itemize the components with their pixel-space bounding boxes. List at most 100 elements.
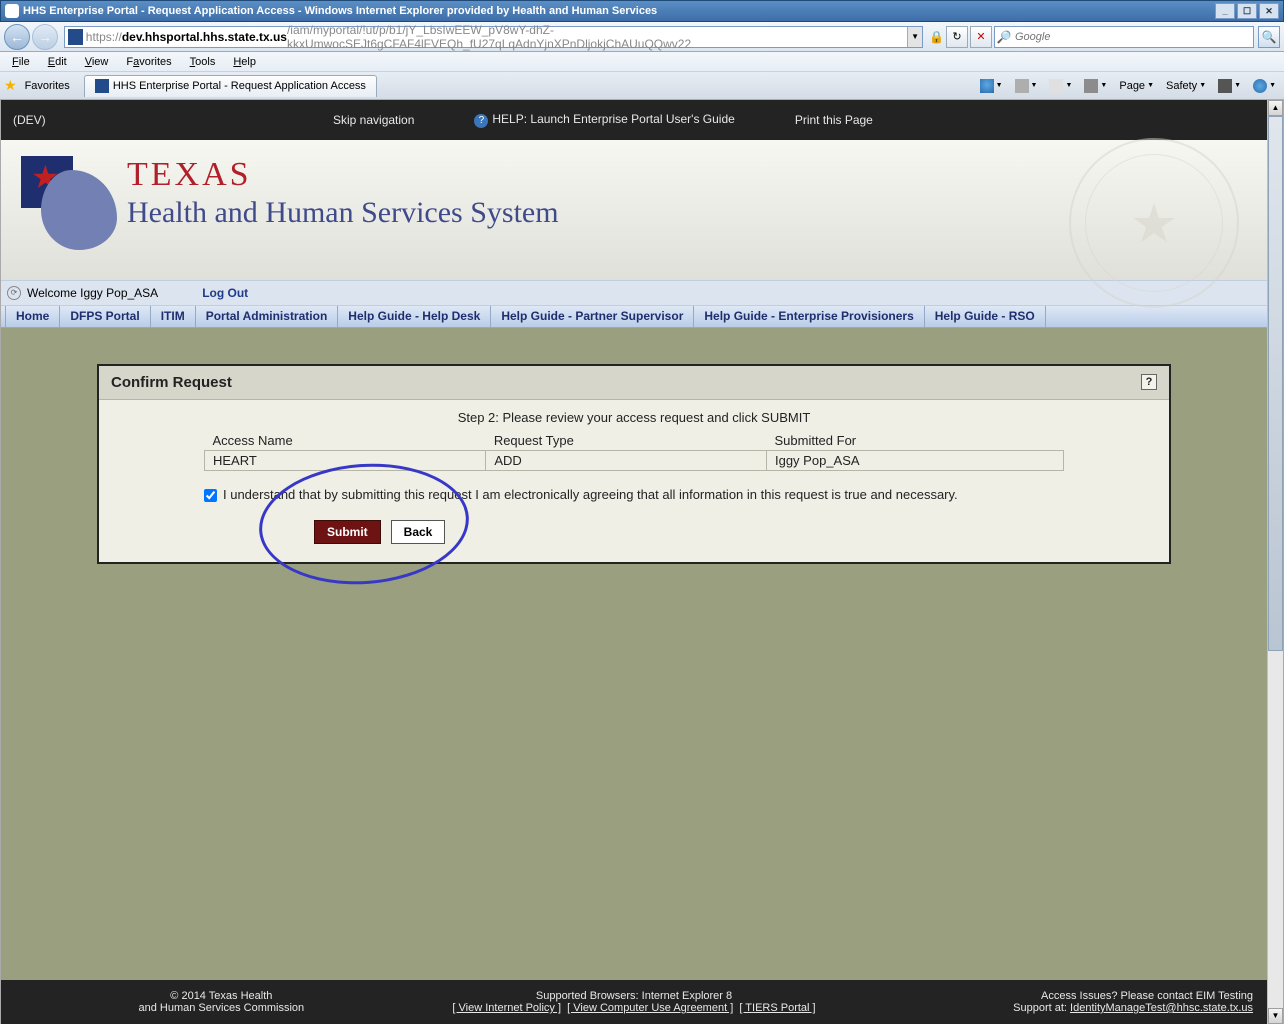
tab-favicon — [95, 79, 109, 93]
agree-checkbox[interactable] — [204, 489, 217, 502]
link-tiers[interactable]: [ TIERS Portal ] — [739, 1002, 815, 1014]
site-icon — [68, 29, 83, 45]
stop-button[interactable]: ✕ — [970, 26, 992, 48]
menu-help[interactable]: Help — [225, 54, 264, 70]
portal-header: TEXAS Health and Human Services System — [1, 140, 1267, 280]
print-icon — [1084, 79, 1098, 93]
portal-footer: © 2014 Texas Health and Human Services C… — [1, 980, 1267, 1024]
portal-top-bar: (DEV) Skip navigation ? HELP: Launch Ente… — [1, 100, 1267, 140]
url-host: dev.hhsportal.hhs.state.tx.us — [122, 30, 287, 44]
tools-button[interactable]: ▼ — [1214, 76, 1245, 96]
home-button[interactable]: ▼ — [976, 76, 1007, 96]
search-provider-icon: 🔎 — [995, 30, 1013, 44]
main-area: Confirm Request ? Step 2: Please review … — [1, 328, 1267, 980]
panel-title: Confirm Request — [111, 374, 232, 391]
menu-file[interactable]: File — [4, 54, 38, 70]
support-email[interactable]: IdentityManageTest@hhsc.state.tx.us — [1070, 1002, 1253, 1014]
feeds-button[interactable]: ▼ — [1011, 76, 1042, 96]
address-bar[interactable]: https://dev.hhsportal.hhs.state.tx.us/ia… — [64, 26, 923, 48]
menu-bar: File Edit View Favorites Tools Help — [0, 52, 1284, 72]
url-path: /iam/myportal/!ut/p/b1/jY_LbsIwEEW_pV8wY… — [287, 23, 907, 51]
cell-request-type: ADD — [486, 451, 767, 471]
feed-icon — [1015, 79, 1029, 93]
support-label: Support at: — [1013, 1002, 1070, 1014]
ie-icon — [5, 4, 19, 18]
tab-partner-sup[interactable]: Help Guide - Partner Supervisor — [491, 306, 694, 327]
tab-home[interactable]: Home — [5, 306, 60, 327]
state-seal-icon — [1069, 138, 1239, 308]
mail-button[interactable]: ▼ — [1045, 76, 1076, 96]
help-button[interactable]: ▼ — [1249, 76, 1280, 96]
lock-icon: 🔒 — [929, 30, 944, 44]
search-input[interactable] — [1013, 29, 1253, 45]
scroll-down-button[interactable]: ▼ — [1268, 1008, 1283, 1024]
mail-icon — [1049, 79, 1063, 93]
restore-button[interactable]: ☐ — [1237, 3, 1257, 19]
refresh-button[interactable]: ↻ — [946, 26, 968, 48]
print-button[interactable]: ▼ — [1080, 76, 1111, 96]
search-go-button[interactable]: 🔍 — [1258, 26, 1280, 48]
help-guide-link[interactable]: HELP: Launch Enterprise Portal User's Gu… — [492, 112, 734, 126]
favorites-label[interactable]: Favorites — [25, 80, 70, 92]
menu-edit[interactable]: Edit — [40, 54, 75, 70]
url-dropdown[interactable]: ▼ — [907, 27, 922, 47]
tab-itim[interactable]: ITIM — [151, 306, 196, 327]
menu-tools[interactable]: Tools — [182, 54, 224, 70]
tab-portal-admin[interactable]: Portal Administration — [196, 306, 339, 327]
help-badge-icon: ? — [474, 114, 488, 128]
viewport: (DEV) Skip navigation ? HELP: Launch Ente… — [0, 100, 1284, 1024]
tab-strip: ★ Favorites HHS Enterprise Portal - Requ… — [0, 72, 1284, 100]
home-icon — [980, 79, 994, 93]
back-button[interactable]: ← — [4, 24, 30, 50]
copyright-2: and Human Services Commission — [15, 1002, 428, 1014]
safety-menu[interactable]: Safety▼ — [1162, 76, 1210, 96]
back-button[interactable]: Back — [391, 520, 446, 544]
tab-rso[interactable]: Help Guide - RSO — [925, 306, 1046, 327]
col-request-type: Request Type — [486, 431, 767, 451]
agree-text: I understand that by submitting this req… — [223, 487, 958, 502]
env-label: (DEV) — [13, 113, 273, 127]
scroll-thumb[interactable] — [1268, 116, 1283, 651]
link-computer-use[interactable]: [ View Computer Use Agreement ] — [567, 1002, 733, 1014]
tab-title: HHS Enterprise Portal - Request Applicat… — [113, 80, 366, 92]
skip-nav-link[interactable]: Skip navigation — [333, 113, 414, 127]
browser-tab-active[interactable]: HHS Enterprise Portal - Request Applicat… — [84, 75, 377, 97]
page-menu[interactable]: Page▼ — [1115, 76, 1158, 96]
confirm-panel: Confirm Request ? Step 2: Please review … — [97, 364, 1171, 564]
forward-button[interactable]: → — [32, 24, 58, 50]
portal-nav-tabs: Home DFPS Portal ITIM Portal Administrat… — [1, 306, 1267, 328]
menu-view[interactable]: View — [77, 54, 117, 70]
vertical-scrollbar[interactable]: ▲ ▼ — [1267, 100, 1283, 1024]
panel-help-button[interactable]: ? — [1141, 374, 1157, 390]
cell-submitted-for: Iggy Pop_ASA — [766, 451, 1063, 471]
access-issues: Access Issues? Please contact EIM Testin… — [840, 990, 1253, 1002]
close-button[interactable]: ✕ — [1259, 3, 1279, 19]
tab-dfps[interactable]: DFPS Portal — [60, 306, 150, 327]
help-icon — [1253, 79, 1267, 93]
copyright-1: © 2014 Texas Health — [15, 990, 428, 1002]
favorites-star-icon[interactable]: ★ — [4, 77, 17, 94]
minimize-button[interactable]: _ — [1215, 3, 1235, 19]
window-titlebar: HHS Enterprise Portal - Request Applicat… — [0, 0, 1284, 22]
logo-text-1: TEXAS — [127, 156, 559, 194]
cell-access-name: HEART — [205, 451, 486, 471]
submit-button[interactable]: Submit — [314, 520, 381, 544]
browser-navbar: ← → https://dev.hhsportal.hhs.state.tx.u… — [0, 22, 1284, 52]
browsers-label: Supported Browsers: Internet Explorer 8 — [428, 990, 841, 1002]
step-text: Step 2: Please review your access reques… — [129, 410, 1139, 425]
search-box[interactable]: 🔎 — [994, 26, 1254, 48]
scroll-up-button[interactable]: ▲ — [1268, 100, 1283, 116]
request-table: Access Name Request Type Submitted For H… — [204, 431, 1064, 471]
tab-ent-prov[interactable]: Help Guide - Enterprise Provisioners — [694, 306, 924, 327]
table-row: HEART ADD Iggy Pop_ASA — [205, 451, 1064, 471]
command-bar: ▼ ▼ ▼ ▼ Page▼ Safety▼ ▼ ▼ — [976, 76, 1280, 96]
menu-favorites[interactable]: Favorites — [118, 54, 179, 70]
url-scheme: https:// — [86, 30, 122, 44]
window-title: HHS Enterprise Portal - Request Applicat… — [23, 5, 657, 17]
print-page-link[interactable]: Print this Page — [795, 113, 873, 127]
link-internet-policy[interactable]: [ View Internet Policy ] — [452, 1002, 561, 1014]
tab-help-desk[interactable]: Help Guide - Help Desk — [338, 306, 491, 327]
logout-link[interactable]: Log Out — [202, 286, 248, 300]
refresh-icon[interactable]: ⟳ — [7, 286, 21, 300]
tools-icon — [1218, 79, 1232, 93]
